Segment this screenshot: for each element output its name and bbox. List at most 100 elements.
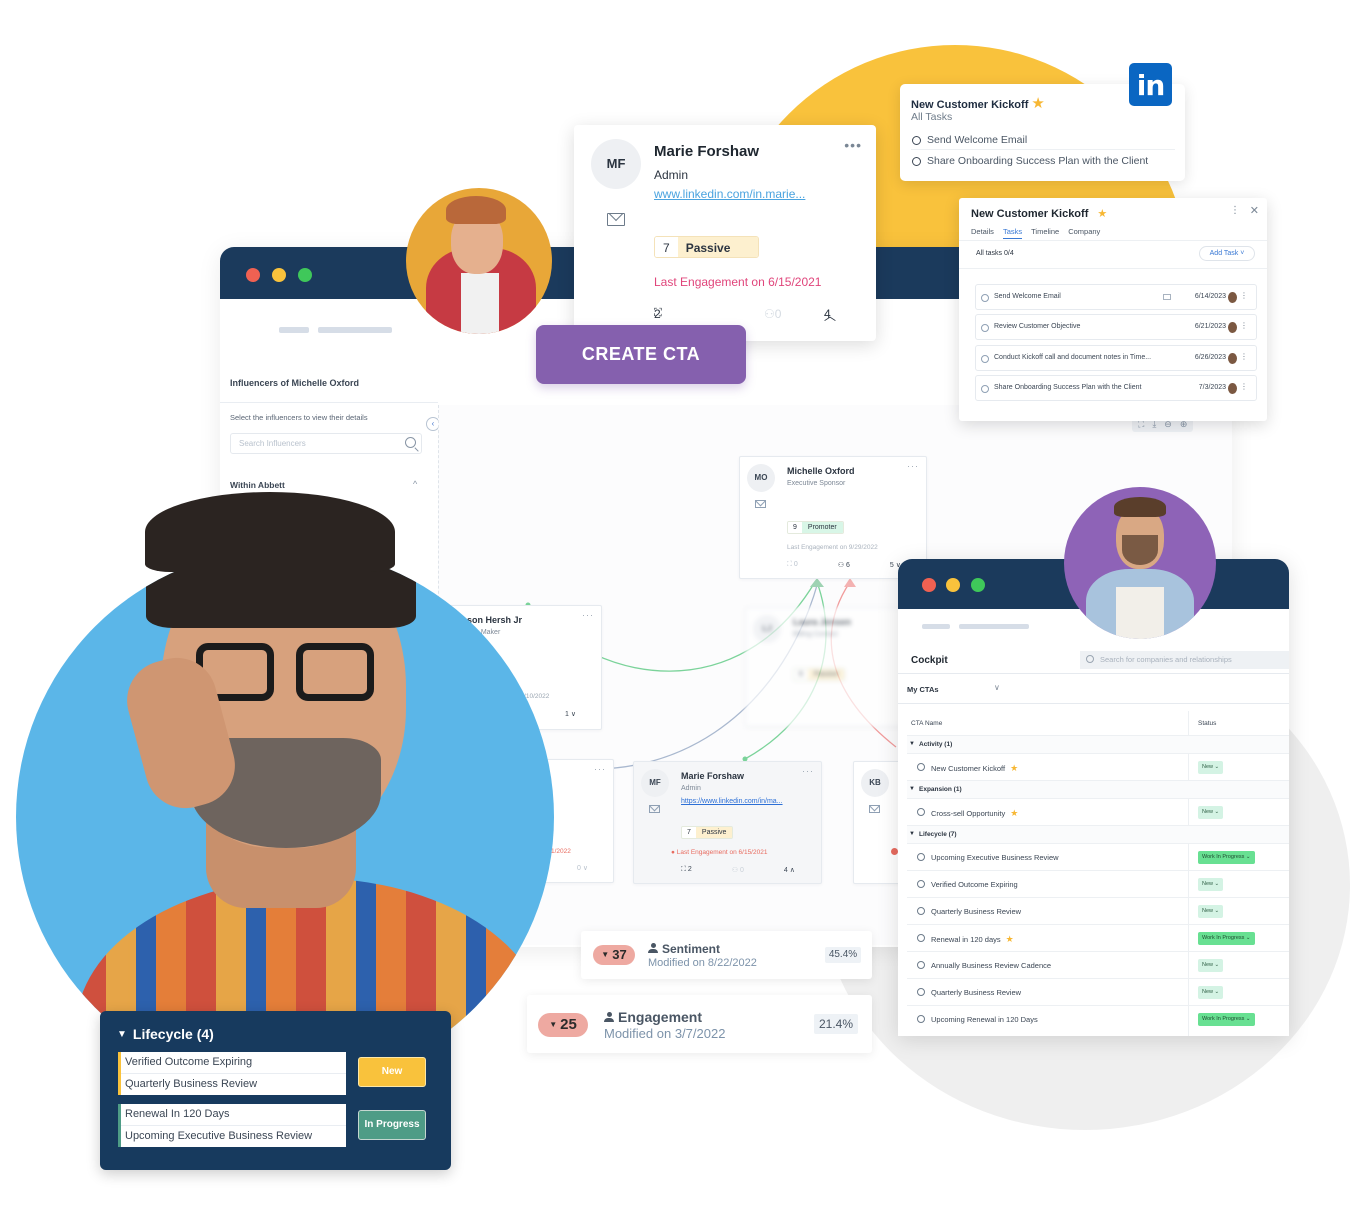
cockpit-search-input[interactable]: Search for companies and relationships bbox=[1080, 651, 1289, 669]
cta-checkbox[interactable] bbox=[917, 808, 925, 816]
task-checkbox[interactable] bbox=[981, 294, 989, 302]
task-checkbox[interactable] bbox=[981, 324, 989, 332]
cta-row[interactable]: Renewal in 120 days ★ Work In Progress ⌄ bbox=[907, 924, 1289, 951]
expand-toggle[interactable]: 0 ∨ bbox=[577, 864, 588, 872]
task-checkbox[interactable] bbox=[981, 355, 989, 363]
kebab-menu-icon[interactable]: ⋮ bbox=[1240, 352, 1248, 361]
linkedin-link[interactable]: www.linkedin.com/in.marie... bbox=[654, 187, 805, 201]
status-dropdown[interactable]: New ⌄ bbox=[1198, 905, 1224, 918]
mail-icon[interactable] bbox=[649, 805, 660, 813]
divider bbox=[898, 703, 1289, 704]
cta-checkbox[interactable] bbox=[917, 1015, 925, 1023]
cta-checkbox[interactable] bbox=[917, 853, 925, 861]
engagement-delta-badge: ▼ 25 bbox=[538, 1013, 588, 1037]
tab-details[interactable]: Details bbox=[971, 227, 994, 239]
kebab-menu-icon[interactable]: ⋮ bbox=[1240, 291, 1248, 300]
kebab-menu-icon[interactable]: ⋮ bbox=[1240, 382, 1248, 391]
tab-tasks[interactable]: Tasks bbox=[1002, 227, 1023, 239]
status-dropdown[interactable]: New ⌄ bbox=[1198, 878, 1224, 891]
cta-checkbox[interactable] bbox=[917, 907, 925, 915]
cta-checkbox[interactable] bbox=[917, 880, 925, 888]
lifecycle-header[interactable]: ▼ Lifecycle (4) bbox=[117, 1026, 214, 1042]
contact-card-marie[interactable]: MF Marie Forshaw Admin www.linkedin.com/… bbox=[574, 125, 876, 341]
task-checkbox[interactable] bbox=[912, 157, 921, 166]
cta-row[interactable]: Quarterly Business Review New ⌄ bbox=[907, 978, 1289, 1005]
status-in-progress-button[interactable]: In Progress bbox=[358, 1110, 426, 1140]
star-icon[interactable]: ★ bbox=[1010, 808, 1018, 818]
task-checkbox[interactable] bbox=[912, 136, 921, 145]
cta-checkbox[interactable] bbox=[917, 961, 925, 969]
chevron-down-icon[interactable]: ∨ bbox=[994, 683, 1000, 692]
cta-group-header[interactable]: ▼ Activity (1) bbox=[907, 735, 1289, 753]
status-dropdown[interactable]: Work In Progress ⌄ bbox=[1198, 851, 1255, 864]
task-item[interactable]: Share Onboarding Success Plan with the C… bbox=[911, 151, 1175, 171]
cta-name: Annually Business Review Cadence bbox=[931, 961, 1052, 970]
task-row[interactable]: Review Customer Objective 6/21/2023 ⋮ bbox=[975, 314, 1257, 340]
star-icon[interactable]: ★ bbox=[1006, 934, 1014, 944]
white-tshirt bbox=[1116, 587, 1164, 639]
task-name: Conduct Kickoff call and document notes … bbox=[994, 354, 1152, 361]
status-dropdown[interactable]: Work In Progress ⌄ bbox=[1198, 932, 1255, 945]
cta-name: Upcoming Renewal in 120 Days bbox=[931, 1015, 1038, 1024]
status-new-button[interactable]: New bbox=[358, 1057, 426, 1087]
reports-count: ⛶ 2 bbox=[681, 866, 692, 873]
maximize-dot[interactable] bbox=[971, 578, 985, 592]
kebab-menu-icon[interactable]: ⋮ bbox=[1240, 321, 1248, 330]
lifecycle-item[interactable]: Upcoming Executive Business Review bbox=[121, 1125, 346, 1146]
lifecycle-item[interactable]: Quarterly Business Review bbox=[121, 1073, 346, 1094]
cta-row[interactable]: New Customer Kickoff ★ New ⌄ bbox=[907, 753, 1289, 780]
status-dropdown[interactable]: New ⌄ bbox=[1198, 959, 1224, 972]
close-dot[interactable] bbox=[922, 578, 936, 592]
influencers-count: ⚇ 0 bbox=[731, 867, 744, 874]
tab-company[interactable]: Company bbox=[1068, 227, 1100, 239]
lifecycle-item[interactable]: Renewal In 120 Days bbox=[121, 1104, 346, 1125]
more-options-icon[interactable]: ••• bbox=[844, 137, 862, 153]
mail-icon[interactable] bbox=[755, 500, 766, 508]
lifecycle-item[interactable]: Verified Outcome Expiring bbox=[121, 1052, 346, 1073]
minimize-dot[interactable] bbox=[946, 578, 960, 592]
node-marie-forshaw[interactable]: MF Marie Forshaw Admin https://www.linke… bbox=[633, 761, 822, 884]
cta-filter-select[interactable]: My CTAs bbox=[907, 685, 939, 694]
more-icon[interactable]: ··· bbox=[594, 764, 606, 774]
more-icon[interactable]: ··· bbox=[907, 461, 919, 471]
task-row[interactable]: Send Welcome Email 6/14/2023 ⋮ bbox=[975, 284, 1257, 310]
cta-checkbox[interactable] bbox=[917, 988, 925, 996]
column-header-cta-name[interactable]: CTA Name bbox=[911, 720, 942, 727]
score-value: 7 bbox=[682, 827, 696, 838]
contact-role: Admin bbox=[654, 168, 689, 182]
linkedin-link[interactable]: https://www.linkedin.com/in/ma... bbox=[681, 798, 783, 805]
cta-row[interactable]: Cross-sell Opportunity ★ New ⌄ bbox=[907, 798, 1289, 825]
add-task-button[interactable]: Add Task ˅ bbox=[1199, 246, 1255, 261]
cta-row[interactable]: Verified Outcome Expiring New ⌄ bbox=[907, 870, 1289, 897]
more-icon[interactable]: ··· bbox=[802, 766, 814, 776]
tab-timeline[interactable]: Timeline bbox=[1031, 227, 1059, 239]
node-blurred[interactable]: LJ Laura Jensen Billing Contact 6 Passiv… bbox=[745, 607, 905, 727]
status-dropdown[interactable]: New ⌄ bbox=[1198, 806, 1224, 819]
cta-row[interactable]: Quarterly Business Review New ⌄ bbox=[907, 897, 1289, 924]
cta-group-header[interactable]: ▼ Lifecycle (7) bbox=[907, 825, 1289, 843]
cta-checkbox[interactable] bbox=[917, 934, 925, 942]
cta-row[interactable]: Upcoming Renewal in 120 Days Work In Prog… bbox=[907, 1005, 1289, 1032]
mail-icon[interactable] bbox=[869, 805, 880, 813]
cta-row[interactable]: Annually Business Review Cadence New ⌄ bbox=[907, 951, 1289, 978]
expand-toggle[interactable]: 4 ∧ bbox=[784, 866, 795, 874]
cta-row[interactable]: Upcoming Executive Business Review Work I… bbox=[907, 843, 1289, 870]
cta-group-header[interactable]: ▼ Expansion (1) bbox=[907, 780, 1289, 798]
expand-toggle[interactable]: 1 ∨ bbox=[565, 710, 576, 718]
cta-checkbox[interactable] bbox=[917, 763, 925, 771]
task-item[interactable]: Send Welcome Email bbox=[911, 130, 1175, 150]
star-icon[interactable]: ★ bbox=[1010, 763, 1018, 773]
close-icon[interactable]: ✕ bbox=[1250, 204, 1259, 217]
status-dropdown[interactable]: New ⌄ bbox=[1198, 986, 1224, 999]
task-checkbox[interactable] bbox=[981, 385, 989, 393]
create-cta-button[interactable]: CREATE CTA bbox=[536, 325, 746, 384]
more-icon[interactable]: ··· bbox=[582, 610, 594, 620]
kebab-menu-icon[interactable]: ⋮ bbox=[1230, 205, 1240, 216]
task-row[interactable]: Conduct Kickoff call and document notes … bbox=[975, 345, 1257, 371]
task-row[interactable]: Share Onboarding Success Plan with the C… bbox=[975, 375, 1257, 401]
cta-group-label: Activity (1) bbox=[919, 741, 953, 748]
status-dropdown[interactable]: New ⌄ bbox=[1198, 761, 1224, 774]
column-header-status[interactable]: Status bbox=[1198, 720, 1216, 727]
mail-icon[interactable] bbox=[607, 213, 625, 226]
status-dropdown[interactable]: Work In Progress ⌄ bbox=[1198, 1013, 1255, 1026]
